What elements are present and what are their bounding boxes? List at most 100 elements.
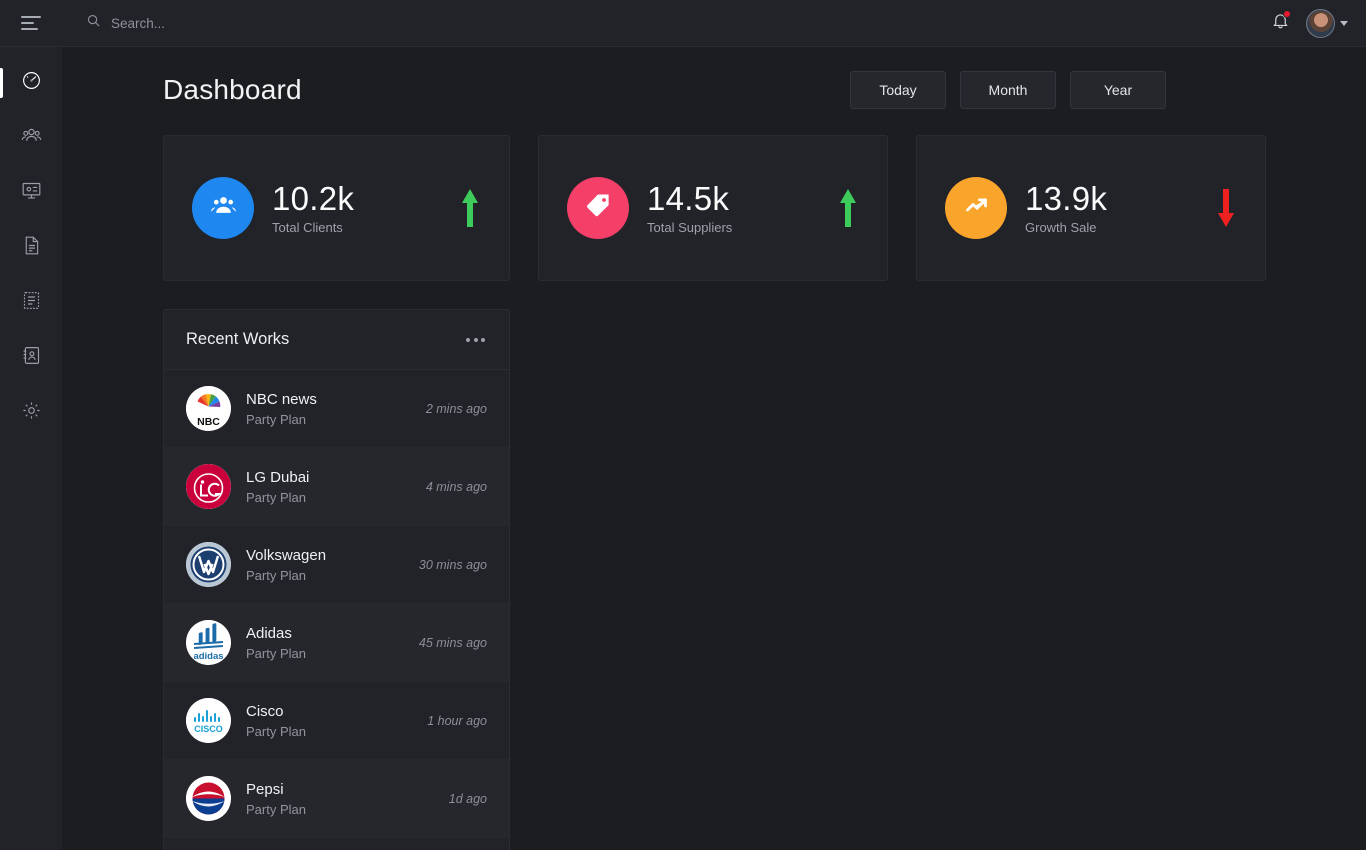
stat-label: Total Clients <box>272 220 343 236</box>
work-time: 1d ago <box>448 791 487 806</box>
cisco-logo: CISCO <box>186 698 231 743</box>
nbc-logo: NBC <box>186 386 231 431</box>
list-item[interactable]: CISCO Cisco Party Plan 1 hour ago <box>164 682 509 760</box>
work-name: Cisco <box>246 702 284 720</box>
tag-icon <box>585 192 612 224</box>
list-item[interactable]: Pepsi Party Plan 1d ago <box>164 760 509 838</box>
sidebar-item-settings[interactable] <box>0 385 62 440</box>
work-time: 2 mins ago <box>425 401 487 416</box>
bell-icon <box>1271 14 1290 34</box>
work-name: LG Dubai <box>246 468 310 486</box>
stat-text: 10.2k Total Clients <box>272 179 441 236</box>
people-icon <box>210 192 237 224</box>
sidebar-item-dashboard[interactable] <box>0 55 62 110</box>
work-plan: Party Plan <box>246 724 306 740</box>
stat-value: 13.9k <box>1025 179 1108 217</box>
work-plan: Party Plan <box>246 646 306 662</box>
sidebar-item-tickets[interactable] <box>0 275 62 330</box>
stat-value: 10.2k <box>272 179 355 217</box>
user-menu[interactable] <box>1306 8 1348 38</box>
list-item-text: Pepsi Party Plan <box>246 780 434 817</box>
content-area: Dashboard Today Month Year 10.2k Total C… <box>62 47 1366 850</box>
work-time: 1 hour ago <box>427 713 487 728</box>
svg-text:adidas: adidas <box>193 651 223 662</box>
trend-up-arrow-icon <box>459 186 481 230</box>
document-icon <box>21 235 42 261</box>
sidebar-item-contacts[interactable] <box>0 330 62 385</box>
list-item-text: Adidas Party Plan <box>246 624 404 661</box>
avatar <box>1306 8 1335 38</box>
ticket-icon <box>21 290 42 316</box>
stat-card-total-suppliers: 14.5k Total Suppliers <box>538 135 888 281</box>
menu-toggle-icon[interactable] <box>21 16 41 30</box>
range-filter-group: Today Month Year <box>850 71 1166 109</box>
notification-badge <box>1283 10 1291 18</box>
search-bar[interactable] <box>86 13 1271 33</box>
stat-icon-wrapper <box>567 177 629 239</box>
list-item[interactable]: adidas Adidas Party Plan 45 mins ago <box>164 604 509 682</box>
work-name: NBC news <box>246 390 317 408</box>
sidebar-item-presentation[interactable] <box>0 165 62 220</box>
panel-title: Recent Works <box>186 330 290 348</box>
search-input[interactable] <box>111 15 391 31</box>
speedometer-icon <box>21 70 42 96</box>
list-item[interactable]: NBC NBC news Party Plan 2 mins ago <box>164 370 509 448</box>
people-icon <box>21 125 42 151</box>
sidebar-item-documents[interactable] <box>0 220 62 275</box>
work-plan: Party Plan <box>246 568 306 584</box>
work-name: Volkswagen <box>246 546 327 564</box>
topbar <box>62 0 1366 47</box>
pepsi-logo <box>186 776 231 821</box>
stat-label: Total Suppliers <box>647 220 733 236</box>
work-plan: Party Plan <box>246 412 306 428</box>
stat-card-total-clients: 10.2k Total Clients <box>163 135 510 281</box>
panel-header: Recent Works <box>164 310 509 370</box>
range-button-month[interactable]: Month <box>960 71 1056 109</box>
stat-label: Growth Sale <box>1025 220 1097 236</box>
recent-works-panel: Recent Works NBC NBC news Party Plan 2 m… <box>163 309 510 850</box>
work-time: 4 mins ago <box>425 479 487 494</box>
vw-logo <box>186 542 231 587</box>
page-title: Dashboard <box>163 74 302 105</box>
topbar-actions <box>1271 8 1348 38</box>
main-column: Dashboard Today Month Year <box>62 0 1366 850</box>
stat-text: 14.5k Total Suppliers <box>647 179 819 236</box>
svg-text:NBC: NBC <box>197 416 220 428</box>
stat-value: 14.5k <box>647 179 730 217</box>
work-plan: Party Plan <box>246 802 306 818</box>
svg-text:CISCO: CISCO <box>194 724 223 734</box>
work-plan: Party Plan <box>246 490 306 506</box>
sidebar-header <box>0 0 62 47</box>
range-button-year[interactable]: Year <box>1070 71 1166 109</box>
list-item-text: LG Dubai Party Plan <box>246 468 411 505</box>
trend-up-icon <box>963 192 990 224</box>
list-item-text: NBC news Party Plan <box>246 390 411 427</box>
lg-logo <box>186 464 231 509</box>
list-item-text: Cisco Party Plan <box>246 702 412 739</box>
work-time: 30 mins ago <box>418 557 487 572</box>
adidas-logo: adidas <box>186 620 231 665</box>
sidebar-nav <box>0 47 62 440</box>
sidebar-item-clients[interactable] <box>0 110 62 165</box>
contact-book-icon <box>21 345 42 371</box>
trend-down-arrow-icon <box>1215 186 1237 230</box>
notifications-button[interactable] <box>1271 10 1291 35</box>
dashboard-grid: 10.2k Total Clients 14.5k Total Supplier… <box>62 109 1266 850</box>
page-header: Dashboard Today Month Year <box>62 71 1266 109</box>
stat-text: 13.9k Growth Sale <box>1025 179 1197 236</box>
more-options-icon[interactable] <box>464 332 487 348</box>
work-name: Pepsi <box>246 780 284 798</box>
list-item[interactable]: Dove Party Plan <box>164 838 509 850</box>
work-name: Adidas <box>246 624 292 642</box>
chevron-down-icon <box>1340 20 1348 26</box>
presentation-icon <box>21 180 42 206</box>
app-root: Dashboard Today Month Year <box>0 0 1366 850</box>
list-item[interactable]: Volkswagen Party Plan 30 mins ago <box>164 526 509 604</box>
gear-icon <box>21 400 42 426</box>
list-item[interactable]: LG Dubai Party Plan 4 mins ago <box>164 448 509 526</box>
range-button-today[interactable]: Today <box>850 71 946 109</box>
stat-icon-wrapper <box>192 177 254 239</box>
sidebar <box>0 0 62 850</box>
search-icon <box>86 13 101 33</box>
stat-card-growth-sale: 13.9k Growth Sale <box>916 135 1266 281</box>
